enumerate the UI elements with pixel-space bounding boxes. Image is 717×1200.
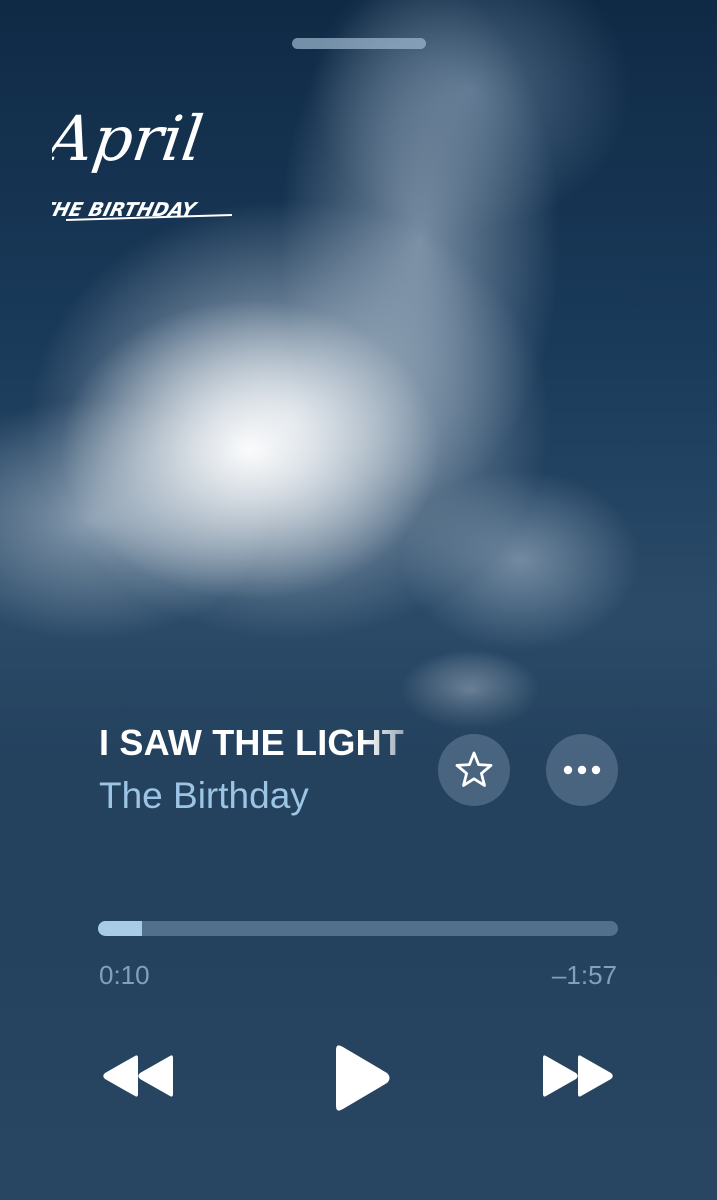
more-options-button[interactable]	[546, 734, 618, 806]
star-icon	[455, 751, 493, 787]
now-playing-screen: April THE BIRTHDAY I SAW THE LIGHT The B…	[0, 0, 717, 1200]
fast-forward-icon	[543, 1055, 613, 1097]
album-artwork-logo: April THE BIRTHDAY	[52, 100, 272, 230]
song-artist[interactable]: The Birthday	[99, 775, 309, 817]
svg-text:April: April	[52, 102, 207, 175]
sheet-grabber[interactable]	[292, 38, 426, 49]
play-icon	[336, 1045, 390, 1111]
song-title[interactable]: I SAW THE LIGHT	[99, 722, 429, 764]
remaining-time: –1:57	[551, 960, 617, 990]
playback-progress-fill	[98, 921, 143, 936]
favorite-button[interactable]	[438, 734, 510, 806]
ellipsis-icon	[563, 765, 601, 775]
previous-track-button[interactable]	[100, 1052, 176, 1100]
elapsed-time: 0:10	[99, 960, 150, 990]
next-track-button[interactable]	[540, 1052, 616, 1100]
play-button[interactable]	[328, 1042, 394, 1114]
rewind-icon	[103, 1055, 173, 1097]
playback-scrubber[interactable]	[98, 921, 618, 936]
